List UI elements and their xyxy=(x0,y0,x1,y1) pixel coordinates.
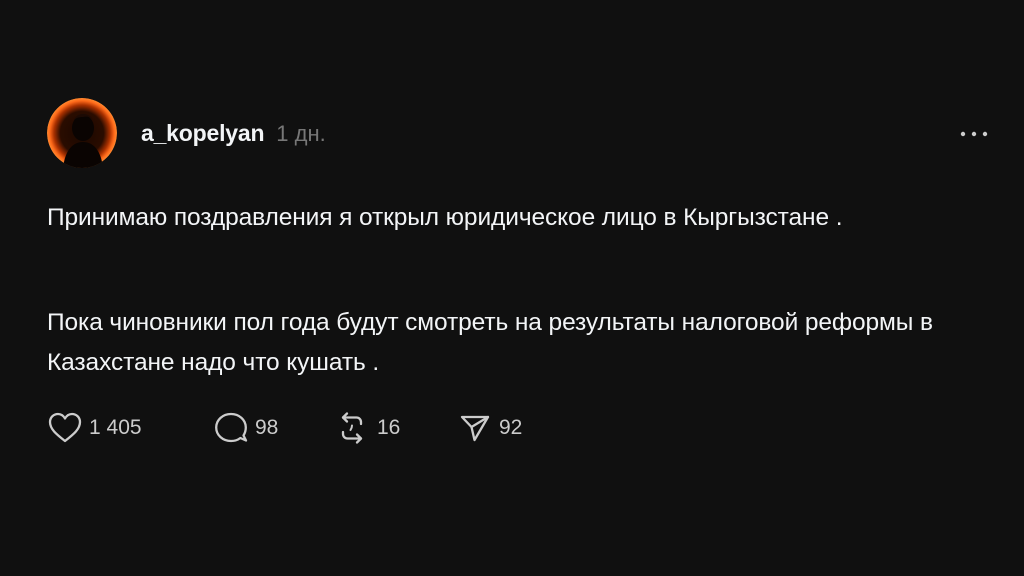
post-text-paragraph-1: Принимаю поздравления я открыл юридическ… xyxy=(47,204,843,231)
share-count: 92 xyxy=(499,416,523,439)
reply-button[interactable]: 98 xyxy=(213,411,335,445)
post-timestamp[interactable]: 1 дн. xyxy=(276,121,325,147)
post-header: a_kopelyan 1 дн. xyxy=(141,120,326,150)
repost-count: 16 xyxy=(377,416,401,439)
reply-count: 98 xyxy=(255,416,279,439)
heart-icon xyxy=(48,412,82,443)
share-button[interactable]: 92 xyxy=(457,411,547,445)
like-button[interactable]: 1 405 xyxy=(47,411,213,445)
post-actions-bar: 1 405 98 16 92 xyxy=(47,410,547,446)
more-horizontal-icon xyxy=(960,131,988,137)
author-username[interactable]: a_kopelyan xyxy=(141,120,264,147)
send-icon xyxy=(460,415,490,442)
repost-button[interactable]: 16 xyxy=(335,411,457,445)
comment-icon xyxy=(215,412,248,443)
like-count: 1 405 xyxy=(89,416,142,439)
thread-post: a_kopelyan 1 дн. Принимаю поздравления я… xyxy=(0,0,1024,576)
more-options-button[interactable] xyxy=(956,122,992,146)
post-text-paragraph-2: Пока чиновники пол года будут смотреть н… xyxy=(47,309,933,376)
repost-icon xyxy=(341,412,363,444)
author-avatar[interactable] xyxy=(47,98,117,168)
